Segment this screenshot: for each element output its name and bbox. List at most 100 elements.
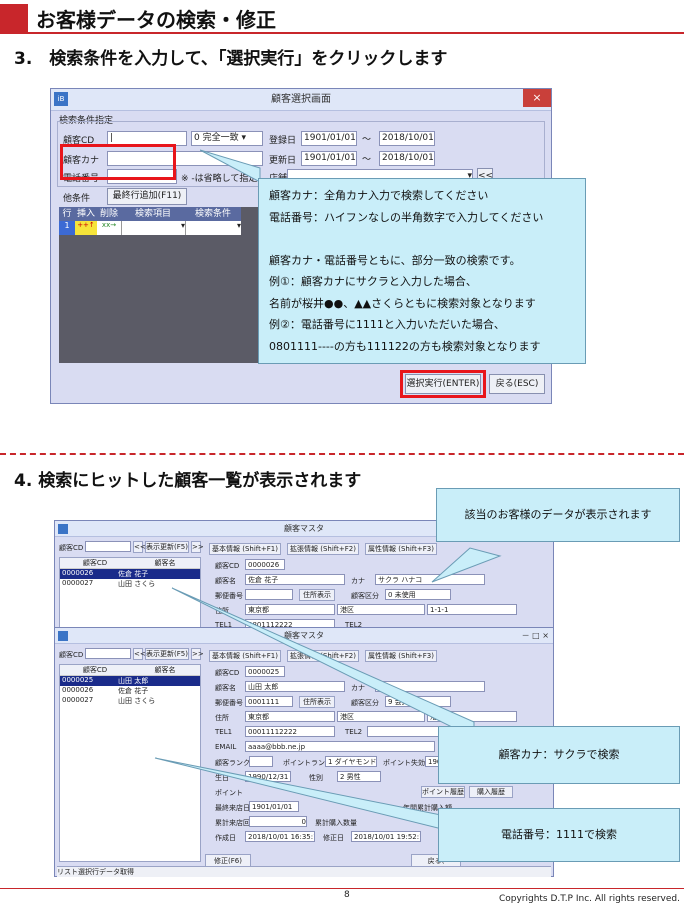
back-tab-basic[interactable]: 基本情報 (Shift+F1) [209, 543, 281, 555]
header-accent [0, 4, 28, 32]
back-button[interactable]: 戻る(ESC) [489, 374, 545, 394]
front-cd-field-label: 顧客CD [215, 669, 240, 677]
upd-date-label: 更新日 [269, 156, 297, 166]
grid-item-select[interactable]: ▾ [121, 221, 185, 235]
front-zip-label: 郵便番号 [215, 699, 243, 707]
front-created-field[interactable]: 2018/10/01 16:35:10 [245, 831, 315, 842]
front-total-visit-field[interactable]: 0 [249, 816, 307, 827]
back-kana-field[interactable]: サクラ ハナコ [375, 574, 485, 585]
back-cd-field[interactable]: 0000026 [245, 559, 285, 570]
front-street-field[interactable]: 港区1-1 [427, 711, 517, 722]
back-kubun-select[interactable]: 0 未使用 [385, 589, 451, 600]
back-tab-attr[interactable]: 属性情報 (Shift+F3) [365, 543, 437, 555]
back-zip-field[interactable] [245, 589, 293, 600]
exec-button[interactable]: 選択実行(ENTER) [405, 374, 481, 394]
grid-col-ins: 挿入 [75, 207, 97, 221]
list-item-name: 佐倉 花子 [118, 687, 149, 695]
search-window-title: 顧客選択画面 [271, 94, 331, 105]
match-select[interactable]: 0 完全一致 ▾ [191, 131, 263, 146]
tel-callout: 電話番号：1111で検索 [438, 808, 680, 862]
point-history-button[interactable]: ポイント履歴 [421, 786, 465, 798]
reg-date-to[interactable]: 2018/10/01 [379, 131, 435, 146]
list-item-name: 山田 さくら [118, 580, 156, 588]
front-tab-attr[interactable]: 属性情報 (Shift+F3) [365, 650, 437, 662]
front-rank-field[interactable] [249, 756, 273, 767]
page-number: 8 [344, 890, 350, 900]
front-tel2-label: TEL2 [345, 728, 363, 736]
upd-date-to[interactable]: 2018/10/01 [379, 151, 435, 166]
back-next-button[interactable]: >> [191, 541, 204, 553]
back-city-field[interactable]: 港区 [337, 604, 425, 615]
front-pref-field[interactable]: 東京都 [245, 711, 335, 722]
front-last-visit-field[interactable]: 1901/01/01 [249, 801, 299, 812]
front-refresh-button[interactable]: 表示更新(F5) [145, 648, 189, 660]
back-tab-ext[interactable]: 拡張情報 (Shift+F2) [287, 543, 359, 555]
back-cd-input[interactable] [85, 541, 131, 552]
back-name-field[interactable]: 佐倉 花子 [245, 574, 345, 585]
back-refresh-button[interactable]: 表示更新(F5) [145, 541, 189, 553]
list-item-cd: 0000026 [62, 686, 94, 694]
front-addr-button[interactable]: 住所表示 [299, 696, 335, 708]
grid-col-del: 削除 [97, 207, 121, 221]
kana-callout-text: 顧客カナ：サクラで検索 [498, 748, 620, 761]
grid-row-no: 1 [59, 221, 75, 235]
front-kubun-select[interactable]: 9 会員情報 [385, 696, 451, 707]
list-item[interactable]: 0000026 佐倉 花子 [60, 686, 200, 696]
list-item[interactable]: 0000027 山田 さくら [60, 579, 200, 589]
grid-col-no: 行 [59, 207, 75, 221]
front-zip-field[interactable]: 0001111 [245, 696, 293, 707]
front-point-rank-select[interactable]: 1 ダイヤモンド [325, 756, 377, 767]
front-tab-basic[interactable]: 基本情報 (Shift+F1) [209, 650, 281, 662]
front-cd-field[interactable]: 0000025 [245, 666, 285, 677]
list-item-name: 山田 さくら [118, 697, 156, 705]
front-email-field[interactable]: aaaa@bbb.ne.jp [245, 741, 435, 752]
front-sex-select[interactable]: 2 男性 [337, 771, 381, 782]
display-callout-text: 該当のお客様のデータが表示されます [464, 508, 652, 521]
app-icon [58, 631, 68, 641]
reg-date-from[interactable]: 1901/01/01 [301, 131, 357, 146]
back-pref-field[interactable]: 東京都 [245, 604, 335, 615]
front-prev-button[interactable]: << [133, 648, 146, 660]
front-name-field[interactable]: 山田 太郎 [245, 681, 345, 692]
back-prev-button[interactable]: << [133, 541, 146, 553]
list-item[interactable]: 0000025 山田 太郎 [60, 676, 200, 686]
front-city-field[interactable]: 港区 [337, 711, 425, 722]
front-modified-label: 修正日 [323, 834, 344, 842]
purchase-history-button[interactable]: 購入履歴 [469, 786, 513, 798]
header-rule [0, 32, 684, 34]
insert-row-button[interactable]: ++↑ [75, 221, 97, 235]
other-label: 他条件 [63, 194, 91, 204]
upd-date-from[interactable]: 1901/01/01 [301, 151, 357, 166]
list-item[interactable]: 0000026 佐倉 花子 [60, 569, 200, 579]
window-controls[interactable]: － □ × [522, 628, 549, 644]
front-tel1-field[interactable]: 00011112222 [245, 726, 335, 737]
front-birth-field[interactable]: 1990/12/31 [245, 771, 291, 782]
front-next-button[interactable]: >> [191, 648, 204, 660]
instruction-callout: 顧客カナ：全角カナ入力で検索してください 電話番号：ハイフンなしの半角数字で入力… [258, 178, 586, 364]
copyright: Copyrights D.T.P Inc. All rights reserve… [498, 894, 680, 904]
kana-callout: 顧客カナ：サクラで検索 [438, 726, 680, 784]
front-kana-field[interactable] [375, 681, 485, 692]
close-button[interactable]: × [523, 89, 551, 107]
front-kubun-label: 顧客区分 [351, 699, 379, 707]
list-item[interactable]: 0000027 山田 さくら [60, 696, 200, 706]
tel-callout-text: 電話番号：1111で検索 [501, 828, 617, 841]
callout-line: 名前が桜井●●、▲▲さくらともに検索対象となります [269, 296, 536, 310]
front-tab-ext[interactable]: 拡張情報 (Shift+F2) [287, 650, 359, 662]
back-kana-label: カナ [351, 577, 365, 585]
back-cd-label: 顧客CD [59, 544, 84, 552]
back-street-field[interactable]: 1-1-1 [427, 604, 517, 615]
tilde: ～ [362, 135, 372, 145]
grid-row[interactable]: 1 ++↑ xx→ ▾ ▾ [59, 221, 259, 235]
back-addr-button[interactable]: 住所表示 [299, 589, 335, 601]
front-modified-field[interactable]: 2018/10/01 19:52:18 [351, 831, 421, 842]
front-cd-input[interactable] [85, 648, 131, 659]
step3-heading: 3. 検索条件を入力して、「選択実行」をクリックします [14, 49, 448, 69]
add-row-button[interactable]: 最終行追加(F11) [107, 188, 187, 205]
delete-row-button[interactable]: xx→ [97, 221, 121, 235]
grid-cond-select[interactable]: ▾ [185, 221, 241, 235]
list-item-cd: 0000027 [62, 579, 94, 587]
list-item-cd: 0000025 [62, 676, 94, 684]
section-divider [0, 453, 684, 455]
front-kana-label: カナ [351, 684, 365, 692]
